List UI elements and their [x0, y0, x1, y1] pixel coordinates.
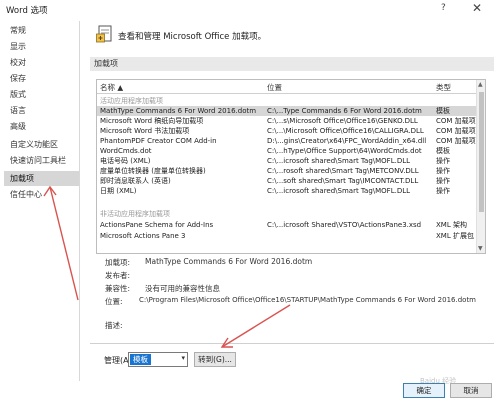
- detail-addin-label: 加载项:: [105, 258, 131, 267]
- arrow-line: [221, 304, 291, 348]
- table-scrollbar[interactable]: ▲ ▼: [476, 80, 485, 253]
- addins-table: 名称 ▲ 位置 类型 活动应用程序加载项 MathType Commands 6…: [96, 79, 486, 254]
- detail-location-value: C:\Program Files\Microsoft Office\Office…: [139, 296, 477, 304]
- table-header: 名称 ▲ 位置 类型: [97, 80, 477, 94]
- table-row[interactable]: Microsoft Word 稿纸向导加载项 C:\...s\Microsoft…: [97, 116, 477, 126]
- table-row[interactable]: 电话号码 (XML) C:\...icrosoft shared\Smart T…: [97, 156, 477, 166]
- table-row[interactable]: Microsoft Actions Pane 3 XML 扩展包: [97, 231, 477, 241]
- sidebar-item-language[interactable]: 语言: [4, 103, 79, 118]
- close-icon[interactable]: ✕: [472, 1, 482, 15]
- sidebar-item-trust-center[interactable]: 信任中心: [4, 187, 79, 202]
- divider: [90, 343, 494, 344]
- scrollbar-thumb[interactable]: [479, 92, 484, 212]
- table-row[interactable]: MathType Commands 6 For Word 2016.dotm C…: [97, 106, 477, 116]
- cancel-button[interactable]: 取消: [450, 383, 492, 398]
- table-row[interactable]: WordCmds.dot C:\...hType\Office Support\…: [97, 146, 477, 156]
- sidebar: 常规 显示 校对 保存 版式 语言 高级 自定义功能区 快速访问工具栏 加载项 …: [4, 21, 80, 381]
- window-title: Word 选项: [6, 6, 48, 16]
- group-label-active: 活动应用程序加载项: [100, 97, 163, 105]
- ok-button[interactable]: 确定: [403, 383, 445, 398]
- manage-select-value: 模板: [130, 354, 151, 365]
- chevron-down-icon[interactable]: ▾: [181, 354, 185, 362]
- detail-compat-value: 没有可用的兼容性信息: [145, 284, 220, 293]
- go-button[interactable]: 转到(G)...: [194, 352, 236, 367]
- group-label-inactive: 非活动应用程序加载项: [100, 210, 170, 218]
- title-bar: Word 选项 ? ✕: [0, 0, 500, 20]
- column-header-name[interactable]: 名称 ▲: [100, 82, 123, 93]
- sidebar-item-display[interactable]: 显示: [4, 39, 79, 54]
- detail-description-label: 描述:: [105, 321, 123, 330]
- table-row[interactable]: 日期 (XML) C:\...icrosoft shared\Smart Tag…: [97, 186, 477, 196]
- table-row[interactable]: PhantomPDF Creator COM Add-in D:\...gins…: [97, 136, 477, 146]
- sidebar-item-save[interactable]: 保存: [4, 71, 79, 86]
- sidebar-item-addins[interactable]: 加载项: [4, 171, 79, 186]
- scroll-up-icon[interactable]: ▲: [478, 81, 483, 88]
- sidebar-item-proofing[interactable]: 校对: [4, 55, 79, 70]
- help-icon[interactable]: ?: [441, 3, 446, 13]
- detail-addin-value: MathType Commands 6 For Word 2016.dotm: [145, 257, 313, 266]
- table-row[interactable]: ActionsPane Schema for Add-Ins C:\...icr…: [97, 220, 477, 230]
- column-header-type[interactable]: 类型: [436, 82, 451, 93]
- scroll-down-icon[interactable]: ▼: [478, 245, 483, 252]
- column-header-location[interactable]: 位置: [267, 82, 282, 93]
- table-row[interactable]: 度量单位转换器 (度量单位转换器) C:\...rosoft shared\Sm…: [97, 166, 477, 176]
- table-row[interactable]: 即时消息联系人 (英语) C:\...soft shared\Smart Tag…: [97, 176, 477, 186]
- table-row[interactable]: Microsoft Word 书法加载项 C:\...\Microsoft Of…: [97, 126, 477, 136]
- sidebar-item-general[interactable]: 常规: [4, 23, 79, 38]
- sidebar-item-advanced[interactable]: 高级: [4, 119, 79, 134]
- addins-icon: [96, 24, 114, 44]
- sidebar-item-customize-ribbon[interactable]: 自定义功能区: [4, 137, 79, 152]
- page-description: 查看和管理 Microsoft Office 加载项。: [118, 32, 267, 42]
- detail-location-label: 位置:: [105, 297, 123, 306]
- detail-publisher-label: 发布者:: [105, 271, 131, 280]
- section-title: 加载项: [90, 57, 494, 71]
- sidebar-item-quick-access[interactable]: 快速访问工具栏: [4, 153, 79, 168]
- manage-select[interactable]: 模板 ▾: [128, 352, 188, 367]
- sidebar-item-layout[interactable]: 版式: [4, 87, 79, 102]
- detail-compat-label: 兼容性:: [105, 284, 131, 293]
- annotation-arrow-go: [220, 304, 291, 348]
